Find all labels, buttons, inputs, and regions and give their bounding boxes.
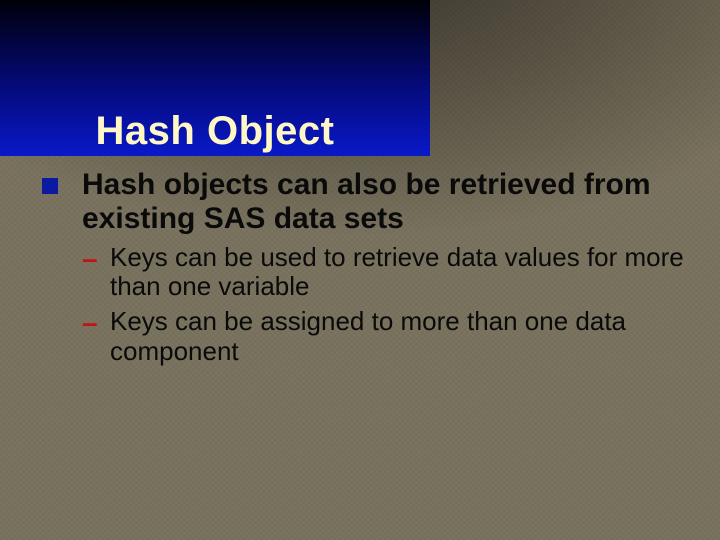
bullet-level2: – Keys can be used to retrieve data valu… <box>82 243 692 301</box>
dash-bullet-icon: – <box>82 307 98 338</box>
bullet-text: Hash objects can also be retrieved from … <box>82 168 651 235</box>
slide-title: Hash Object <box>96 110 335 152</box>
subbullet-text: Keys can be assigned to more than one da… <box>110 306 626 365</box>
square-bullet-icon <box>42 178 58 194</box>
title-box: Hash Object <box>0 0 430 156</box>
subbullet-text: Keys can be used to retrieve data values… <box>110 242 684 301</box>
slide-content: Hash objects can also be retrieved from … <box>42 168 692 366</box>
dash-bullet-icon: – <box>82 243 98 274</box>
bullet-level2: – Keys can be assigned to more than one … <box>82 307 692 365</box>
bullet-level1: Hash objects can also be retrieved from … <box>42 168 692 235</box>
slide: Hash Object Hash objects can also be ret… <box>0 0 720 540</box>
